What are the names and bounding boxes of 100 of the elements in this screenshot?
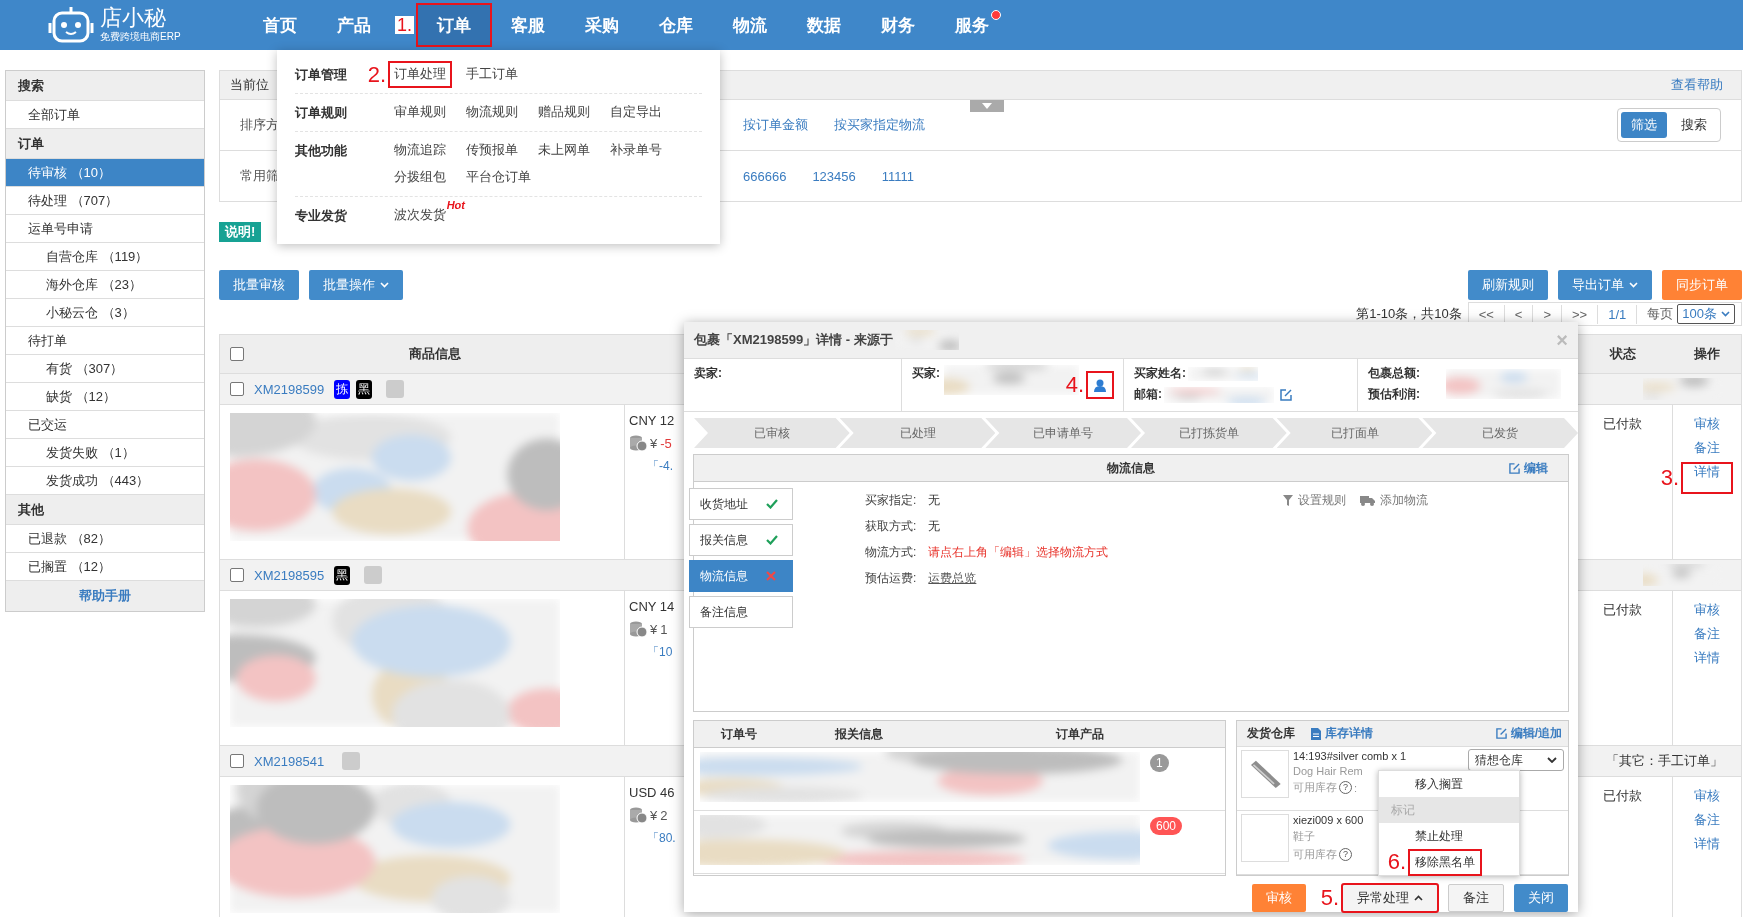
dialog-button[interactable]: 关闭	[1514, 884, 1568, 912]
saved-filter[interactable]: 11111	[881, 168, 915, 184]
row-action-link[interactable]: 详情	[1682, 463, 1732, 493]
edit-icon[interactable]	[1280, 388, 1292, 401]
nav-tab[interactable]: 服务	[935, 4, 1009, 46]
field-label: 预估运费:	[865, 570, 917, 587]
mode-tab[interactable]: 筛选	[1621, 112, 1667, 138]
menu-item[interactable]: 禁止处理	[1409, 823, 1469, 849]
row-action-link[interactable]: 备注	[1686, 811, 1728, 829]
sidebar-item[interactable]: 待处理 （707）	[6, 187, 204, 215]
section-tab[interactable]: 报关信息	[689, 524, 793, 556]
tool-button[interactable]: 设置规则	[1283, 492, 1346, 509]
nav-tab[interactable]: 采购	[565, 4, 639, 46]
menu-item[interactable]: 移入搁置	[1409, 771, 1469, 797]
stock-details-link[interactable]: 库存详情	[1311, 725, 1373, 743]
column-header: 报关信息	[834, 725, 884, 743]
notification-dot	[991, 10, 1001, 20]
sidebar-item[interactable]: 自营仓库 （119）	[6, 243, 204, 271]
order-status: 已付款	[1602, 601, 1642, 619]
dialog-button[interactable]: 备注	[1448, 884, 1504, 912]
menu-item[interactable]: 物流规则	[461, 100, 523, 125]
action-button[interactable]: 导出订单	[1558, 270, 1652, 300]
menu-group-title: 订单规则	[295, 105, 347, 120]
currency-sign: ¥	[650, 621, 658, 637]
help-link[interactable]: 查看帮助	[1671, 76, 1723, 94]
sort-option[interactable]: 按买家指定物流	[834, 116, 925, 134]
row-action-link[interactable]: 审核	[1686, 415, 1728, 433]
menu-item[interactable]: 订单处理	[389, 62, 451, 87]
sidebar-item[interactable]: 已退款 （82）	[6, 525, 204, 553]
page-indicator: 1/1	[1598, 304, 1638, 324]
sidebar-item[interactable]: 发货失败 （1）	[6, 439, 204, 467]
tool-button[interactable]: 添加物流	[1360, 492, 1428, 509]
column-header: 订单号	[719, 725, 758, 743]
order-amount: USD 46	[629, 785, 675, 800]
nav-tab[interactable]: 数据	[787, 4, 861, 46]
step-number: 6.	[1387, 851, 1406, 873]
row-action-link[interactable]: 详情	[1686, 649, 1728, 667]
checkbox[interactable]	[230, 347, 244, 361]
shipping-fee-link[interactable]: 运费总览	[928, 570, 977, 587]
action-button[interactable]: 批量操作	[309, 270, 403, 300]
saved-filter[interactable]: 666666	[743, 168, 787, 184]
row-action-link[interactable]: 备注	[1686, 439, 1728, 457]
collapse-tab[interactable]	[970, 100, 1004, 112]
edit-link[interactable]: 编辑	[1509, 459, 1548, 477]
menu-item[interactable]: 补录单号	[605, 138, 667, 163]
menu-item[interactable]: 传预报单	[461, 138, 523, 163]
column-header: 商品信息	[407, 345, 462, 363]
saved-filter[interactable]: 123456	[812, 168, 856, 184]
dialog-button[interactable]: 异常处理	[1342, 884, 1438, 912]
menu-item[interactable]: 审单规则	[389, 100, 451, 125]
menu-group-title: 订单管理	[295, 67, 347, 82]
sidebar-item[interactable]: 有货 （307）	[6, 355, 204, 383]
edit-add-link[interactable]: 编辑/追加	[1495, 725, 1562, 743]
row-action-link[interactable]: 详情	[1686, 835, 1728, 853]
sidebar-item[interactable]: 缺货 （12）	[6, 383, 204, 411]
row-action-link[interactable]: 备注	[1686, 625, 1728, 643]
checkbox[interactable]	[230, 754, 244, 768]
nav-tab[interactable]: 客服	[491, 4, 565, 46]
menu-item[interactable]: 分拨组包	[389, 165, 451, 190]
section-tab[interactable]: 收货地址	[689, 488, 793, 520]
help-manual-link[interactable]: 帮助手册	[6, 581, 204, 611]
nav-tab[interactable]: 仓库	[639, 4, 713, 46]
menu-item[interactable]: 赠品规则	[533, 100, 595, 125]
nav-tab[interactable]: 财务	[861, 4, 935, 46]
action-button[interactable]: 批量审核	[219, 270, 299, 300]
sidebar-item[interactable]: 待打单	[6, 327, 204, 355]
buyer-profile-button[interactable]	[1087, 372, 1113, 398]
checkbox[interactable]	[230, 382, 244, 396]
sidebar-item[interactable]: 运单号申请	[6, 215, 204, 243]
nav-tab[interactable]: 首页	[243, 4, 317, 46]
sidebar-item[interactable]: 小秘云仓 （3）	[6, 299, 204, 327]
sort-option[interactable]: 按订单金额	[743, 116, 808, 134]
currency-sign: ¥	[650, 807, 658, 823]
sku-name: 14:193#silver comb x 1	[1293, 750, 1407, 763]
order-id-link[interactable]: XM2198541	[254, 753, 325, 769]
row-action-link[interactable]: 审核	[1686, 601, 1728, 619]
menu-item[interactable]: 平台仓订单	[461, 165, 536, 190]
section-tab[interactable]: 备注信息	[689, 596, 793, 628]
row-action-link[interactable]: 审核	[1686, 787, 1728, 805]
breadcrumb-label: 当前位	[230, 76, 269, 94]
menu-item[interactable]: 未上网单	[533, 138, 595, 163]
checkbox[interactable]	[230, 568, 244, 582]
menu-item[interactable]: 物流追踪	[389, 138, 451, 163]
action-button[interactable]: 刷新规则	[1468, 270, 1548, 300]
section-tab[interactable]: 物流信息	[689, 560, 793, 592]
order-id-link[interactable]: XM2198595	[254, 567, 325, 583]
order-id-link[interactable]: XM2198599	[254, 381, 325, 397]
menu-item[interactable]: 移除黑名单	[1409, 849, 1481, 875]
sidebar-item[interactable]: 海外仓库 （23）	[6, 271, 204, 299]
progress-step: 已打面单	[1276, 418, 1433, 448]
nav-tab[interactable]: 产品	[317, 4, 391, 46]
column-header: 状态	[1610, 345, 1636, 363]
nav-tab[interactable]: 物流	[713, 4, 787, 46]
nav-tab[interactable]: 订单	[417, 4, 491, 46]
sidebar-item[interactable]: 已交运	[6, 411, 204, 439]
per-page-select[interactable]: 100条	[1677, 304, 1735, 324]
menu-item[interactable]: 自定导出	[605, 100, 667, 125]
mode-tab[interactable]: 搜索	[1671, 112, 1717, 138]
sidebar-item[interactable]: 待审核 （10）	[6, 159, 204, 187]
menu-item[interactable]: 手工订单	[461, 62, 523, 87]
